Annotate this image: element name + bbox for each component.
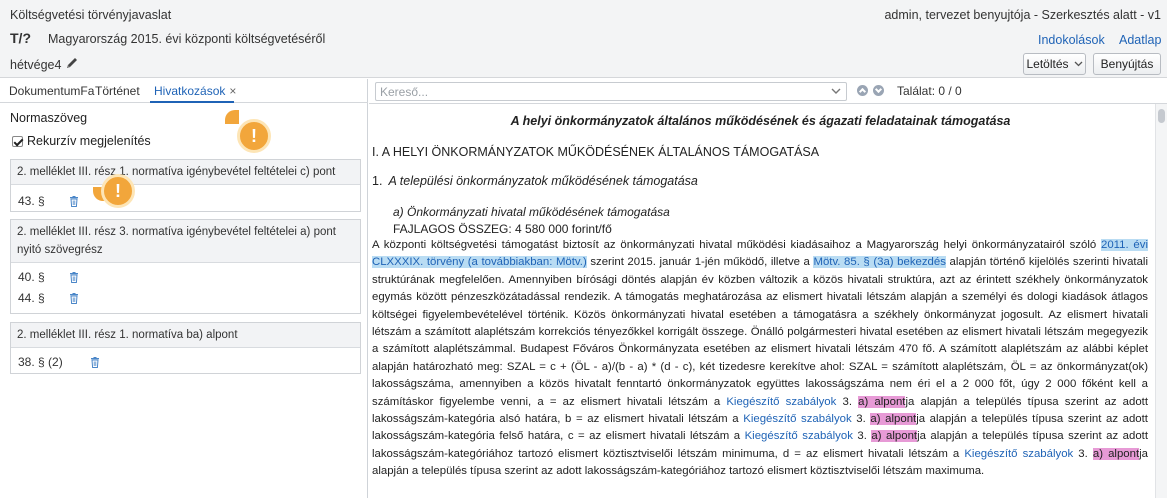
reference-group-title: 2. melléklet III. rész 1. normatíva igén… [11, 160, 360, 185]
body-text: A központi költségvetési támogatást bizt… [372, 239, 1101, 251]
reference-group-title: 2. melléklet III. rész 3. normatíva igén… [11, 220, 360, 263]
trash-icon[interactable] [90, 357, 100, 368]
match-count: Találat: 0 / 0 [897, 84, 962, 98]
search-box[interactable] [375, 82, 847, 101]
document-content: A helyi önkormányzatok általános működés… [369, 104, 1152, 498]
trash-icon[interactable] [69, 293, 79, 304]
callout-tail [225, 110, 239, 124]
chevron-down-icon [1074, 61, 1082, 67]
alpont-highlight[interactable]: a) alpont [858, 395, 906, 408]
left-panel: DokumentumFa Történet Hivatkozások × Norm… [0, 79, 368, 498]
version-label: hétvége4 [10, 58, 62, 72]
close-icon[interactable]: × [229, 84, 236, 98]
reference-item[interactable]: 40. § [11, 267, 360, 288]
trash-icon[interactable] [69, 272, 79, 283]
reference-item[interactable]: 38. § (2) [11, 352, 360, 373]
pencil-icon[interactable] [65, 56, 79, 70]
law-reference-highlight[interactable]: Mötv. 85. § (3a) bekezdés [813, 256, 946, 269]
warning-glyph: ! [115, 181, 121, 201]
reference-item-label[interactable]: 43. § [18, 194, 45, 208]
alpont-highlight[interactable]: a) alpont [870, 413, 917, 426]
recursive-label: Rekurzív megjelenítés [27, 134, 151, 148]
tab-references-label: Hivatkozások [154, 84, 226, 98]
body-text: szerint 2015. január 1-jén működő, illet… [586, 256, 814, 269]
document-body-text: A központi költségvetési támogatást bizt… [372, 237, 1148, 481]
next-match-icon[interactable] [873, 85, 884, 96]
reference-group: 2. melléklet III. rész 1. normatíva igén… [10, 159, 361, 212]
supplementary-rules-link[interactable]: Kiegészítő szabályok [964, 448, 1073, 460]
reference-item-label[interactable]: 38. § (2) [18, 355, 63, 369]
submit-button[interactable]: Benyújtás [1093, 53, 1161, 75]
subsection-heading: a) Önkormányzati hivatal működésének tám… [393, 205, 670, 219]
trash-icon[interactable] [69, 196, 79, 207]
subchapter-number: 1. [372, 174, 383, 188]
body-text: 3. [1073, 447, 1093, 460]
left-tabs: DokumentumFa Történet Hivatkozások × [0, 79, 368, 103]
reference-item[interactable]: 43. § [11, 191, 360, 212]
scrollbar-thumb[interactable] [1158, 109, 1165, 123]
supplementary-rules-link[interactable]: Kiegészítő szabályok [743, 413, 851, 425]
download-dropdown[interactable]: Letöltés [1023, 53, 1086, 75]
warning-icon: ! [101, 174, 135, 208]
reasons-link[interactable]: Indokolások [1038, 33, 1105, 47]
user-info: admin, tervezet benyujtója - Szerkesztés… [884, 8, 1161, 22]
unit-amount: FAJLAGOS ÖSSZEG: 4 580 000 forint/fő [393, 222, 612, 236]
checkbox-checked-icon[interactable] [12, 135, 23, 147]
reference-group: 2. melléklet III. rész 3. normatíva igén… [10, 219, 361, 314]
alpont-highlight[interactable]: a) alpont [871, 430, 918, 443]
tab-history[interactable]: Történet [95, 84, 140, 98]
active-tab-indicator [150, 101, 234, 103]
reference-group: 2. melléklet III. rész 1. normatíva ba) … [10, 322, 361, 374]
vertical-scrollbar[interactable] [1155, 104, 1167, 498]
document-section-title: A helyi önkormányzatok általános működés… [510, 114, 1011, 128]
chapter-heading: I. A HELYI ÖNKORMÁNYZATOK MŰKÖDÉSÉNEK ÁL… [372, 145, 820, 159]
warning-icon: ! [237, 119, 271, 153]
document-title: Magyarország 2015. évi központi költségv… [48, 32, 326, 46]
document-panel: Találat: 0 / 0 A helyi önkormányzatok ál… [369, 79, 1167, 498]
reference-item-label[interactable]: 40. § [18, 270, 45, 284]
reference-group-title: 2. melléklet III. rész 1. normatíva ba) … [11, 323, 360, 348]
app-title: Költségvetési törvényjavaslat [10, 8, 172, 22]
warning-glyph: ! [251, 126, 257, 146]
supplementary-rules-link[interactable]: Kiegészítő szabályok [726, 396, 836, 408]
body-text: 3. [836, 395, 859, 408]
subchapter-heading: 1. A települési önkormányzatok működéséne… [372, 174, 698, 188]
document-id: T/? [10, 30, 31, 46]
reference-item-label[interactable]: 44. § [18, 291, 45, 305]
body-text: 3. [852, 430, 872, 443]
top-header: Költségvetési törvényjavaslat admin, ter… [0, 0, 1167, 78]
download-label: Letöltés [1026, 57, 1069, 71]
tab-references[interactable]: Hivatkozások × [154, 84, 236, 98]
chevron-down-icon[interactable] [831, 86, 841, 96]
datasheet-link[interactable]: Adatlap [1119, 33, 1161, 47]
subchapter-title: A települési önkormányzatok működésének … [388, 174, 698, 188]
reference-item[interactable]: 44. § [11, 288, 360, 309]
previous-match-icon[interactable] [857, 85, 868, 96]
supplementary-rules-link[interactable]: Kiegészítő szabályok [745, 430, 853, 442]
search-input[interactable] [380, 84, 820, 99]
body-text: 3. [851, 413, 871, 426]
body-text: alapján történő kijelölés szerinti hivat… [372, 256, 1148, 408]
tab-document-tree[interactable]: DokumentumFa [9, 84, 94, 98]
section-label: Normaszöveg [10, 111, 88, 125]
alpont-highlight[interactable]: a) alpont [1092, 447, 1140, 460]
recursive-checkbox[interactable]: Rekurzív megjelenítés [12, 134, 151, 148]
